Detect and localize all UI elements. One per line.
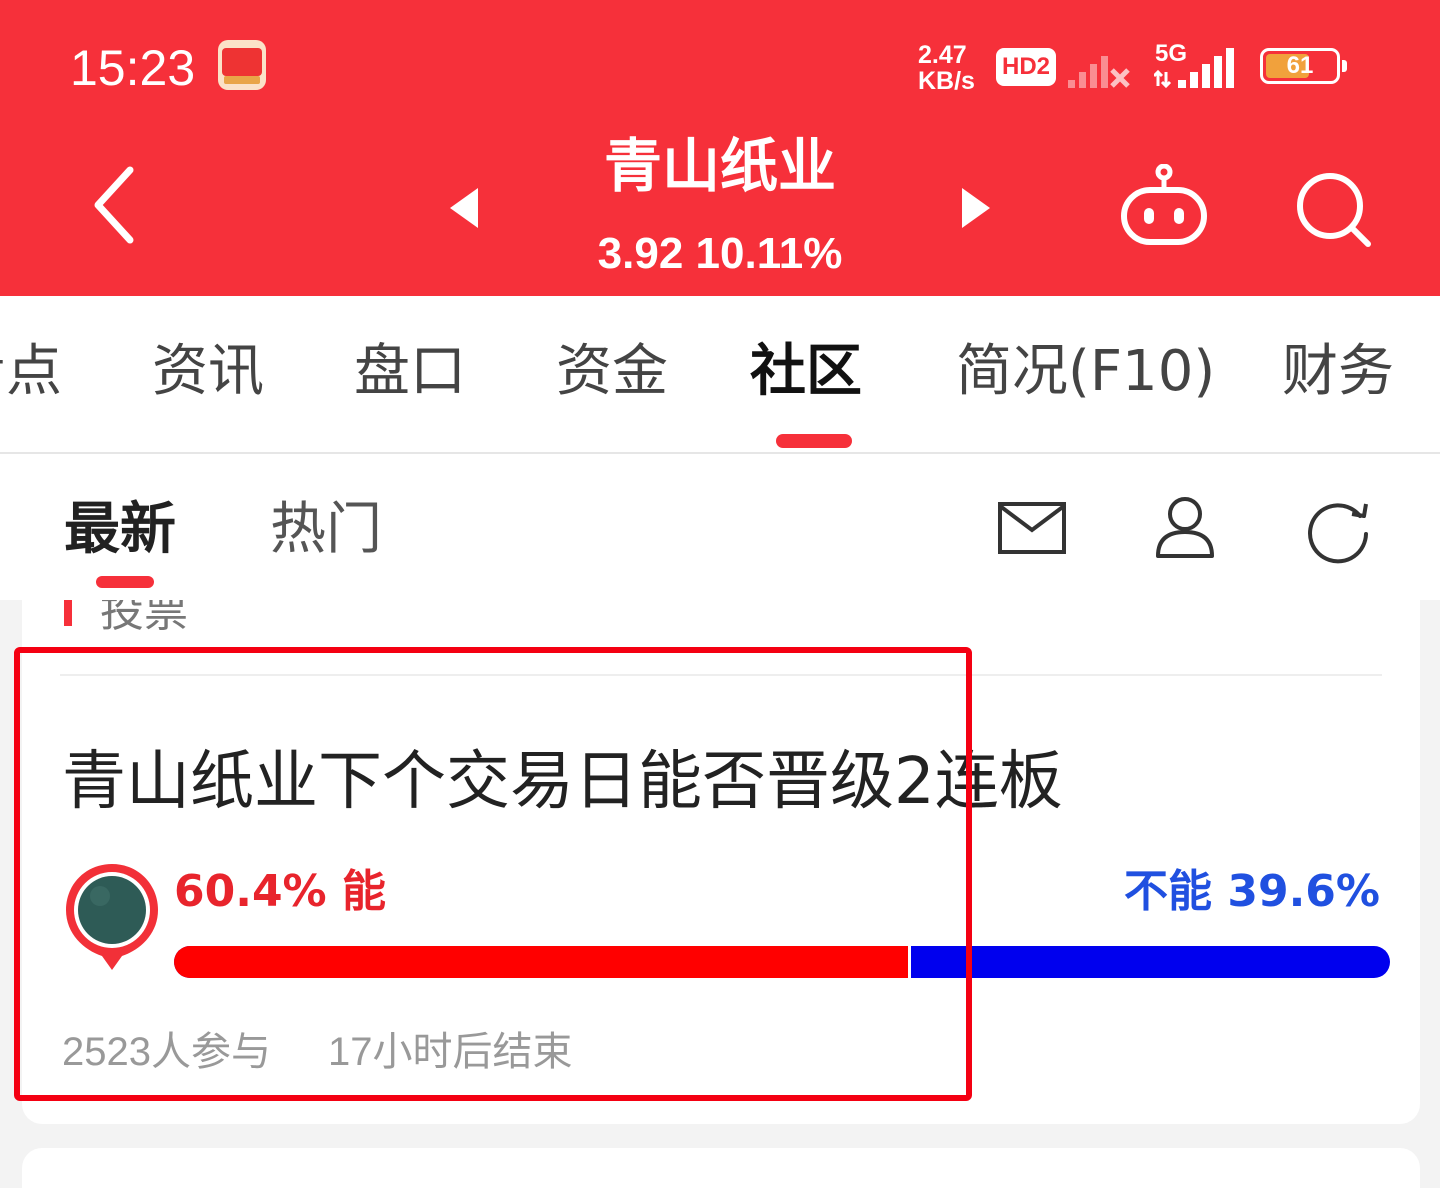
signal-icon xyxy=(1068,56,1130,88)
refresh-icon[interactable] xyxy=(1304,494,1374,564)
subtab-latest[interactable]: 最新 xyxy=(64,494,176,566)
tab-community[interactable]: 社区 xyxy=(750,336,862,408)
search-icon[interactable] xyxy=(1294,170,1374,250)
hd-badge: HD2 xyxy=(996,48,1056,86)
poll-result-bar xyxy=(174,946,1390,978)
poll-yes-label[interactable]: 60.4% 能 xyxy=(174,862,386,922)
subtab-hot[interactable]: 热门 xyxy=(270,494,382,566)
poll-bar-gap xyxy=(908,946,912,978)
network-speed: 2.47 KB/s xyxy=(918,41,975,95)
stock-app-icon xyxy=(218,40,266,90)
back-arrow-icon[interactable] xyxy=(86,162,146,248)
stock-change: 10.11% xyxy=(695,229,843,278)
tab-profile-f10[interactable]: 简况(F10) xyxy=(956,336,1215,408)
active-subtab-indicator xyxy=(96,576,154,588)
mail-icon[interactable] xyxy=(996,498,1068,558)
poll-no-label[interactable]: 不能 39.6% xyxy=(1124,862,1380,922)
next-stock-triangle-icon[interactable] xyxy=(958,186,994,230)
poll-section-label: 投票 xyxy=(100,600,188,637)
community-sub-bar: 最新 热门 xyxy=(0,454,1440,600)
tab-handicap[interactable]: 盘口 xyxy=(354,336,466,408)
ai-robot-icon[interactable] xyxy=(1118,164,1210,248)
signal-5g-icon xyxy=(1154,48,1234,89)
tab-news[interactable]: 资讯 xyxy=(152,336,264,408)
stock-header: 15:23 2.47 KB/s HD2 5G 61 青山纸业 3.92 10.1… xyxy=(0,0,1440,296)
active-tab-indicator xyxy=(776,434,852,448)
prev-stock-triangle-icon[interactable] xyxy=(446,186,482,230)
user-icon[interactable] xyxy=(1152,494,1218,560)
battery-icon: 61 xyxy=(1260,48,1347,84)
tab-funds[interactable]: 资金 xyxy=(556,336,668,408)
status-time: 15:23 xyxy=(70,40,196,96)
poll-yes-fill xyxy=(174,946,909,978)
poll-question: 青山纸业下个交易日能否晋级2连板 xyxy=(62,745,1063,819)
poll-participants: 2523人参与 xyxy=(62,1030,271,1074)
section-marker xyxy=(64,600,72,626)
stock-quote: 3.92 10.11% xyxy=(520,224,920,284)
tab-kandian[interactable]: 看点 xyxy=(0,336,62,408)
next-card xyxy=(22,1148,1420,1188)
avatar-pin-icon xyxy=(66,864,158,970)
poll-deadline: 17小时后结束 xyxy=(328,1030,573,1074)
poll-card[interactable]: 投票 青山纸业下个交易日能否晋级2连板 60.4% 能 不能 39.6% 252… xyxy=(22,600,1420,1124)
main-tab-bar: 看点 资讯 盘口 资金 社区 简况(F10) 财务 xyxy=(0,296,1440,454)
divider xyxy=(60,674,1382,676)
stock-price: 3.92 xyxy=(597,229,684,278)
tab-finance[interactable]: 财务 xyxy=(1282,336,1394,408)
stock-name: 青山纸业 xyxy=(603,132,836,200)
